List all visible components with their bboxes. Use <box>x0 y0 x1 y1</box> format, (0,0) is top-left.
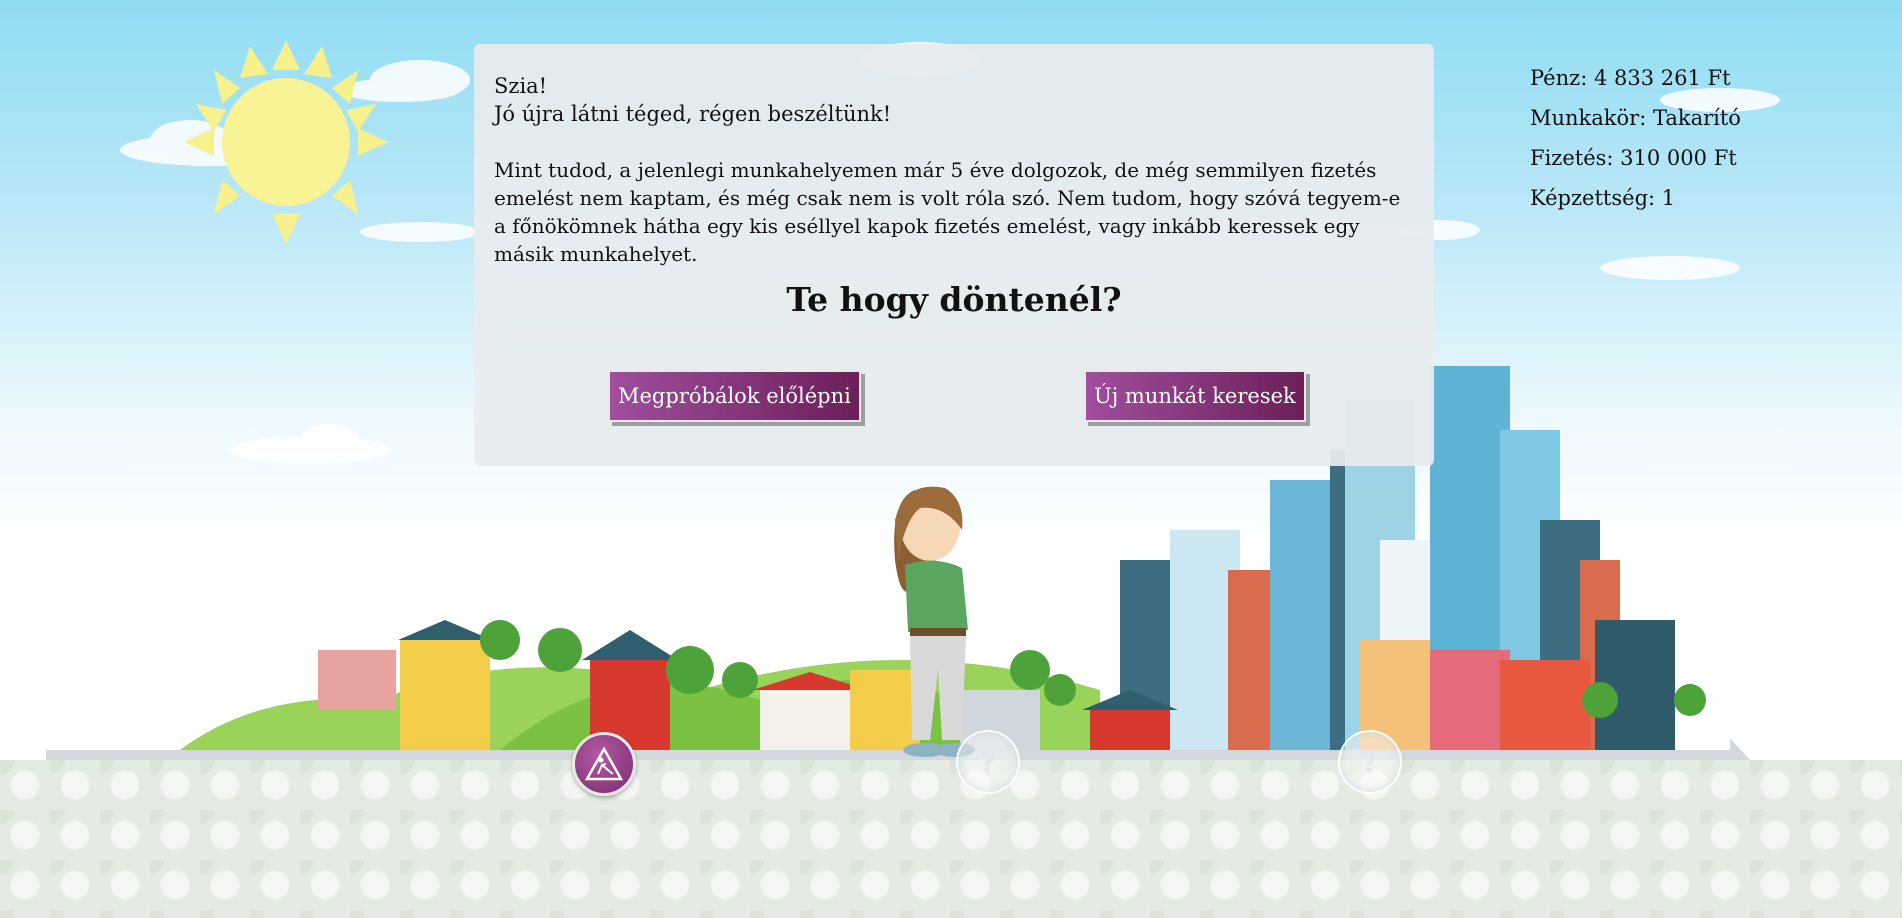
construction-sign-icon <box>584 746 624 781</box>
salary-stat: Fizetés: 310 000 Ft <box>1530 146 1737 170</box>
dialog-box: Szia! Jó újra látni téged, régen beszélt… <box>474 44 1434 466</box>
money-stat: Pénz: 4 833 261 Ft <box>1530 66 1731 90</box>
player-stats: Pénz: 4 833 261 Ft Munkakör: Takarító Fi… <box>1530 58 1741 218</box>
job-stat: Munkakör: Takarító <box>1530 106 1741 130</box>
question-mark-icon: ? <box>979 745 997 779</box>
dialog-story: Mint tudod, a jelenlegi munkahelyemen má… <box>494 158 1401 266</box>
question-mark-icon: ? <box>1361 745 1379 779</box>
dialog-greeting: Szia! <box>494 74 548 98</box>
education-stat: Képzettség: 1 <box>1530 186 1676 210</box>
milestone-locked[interactable]: ? <box>1338 730 1402 794</box>
dialog-question: Te hogy döntenél? <box>786 280 1122 319</box>
find-new-job-button[interactable]: Új munkát keresek <box>1084 370 1306 422</box>
dialog-welcome: Jó újra látni téged, régen beszéltünk! <box>494 102 892 126</box>
milestone-locked[interactable]: ? <box>956 730 1020 794</box>
milestone-completed[interactable] <box>572 732 636 796</box>
try-promotion-button[interactable]: Megpróbálok előlépni <box>608 370 861 422</box>
ground-pattern <box>0 760 1902 918</box>
